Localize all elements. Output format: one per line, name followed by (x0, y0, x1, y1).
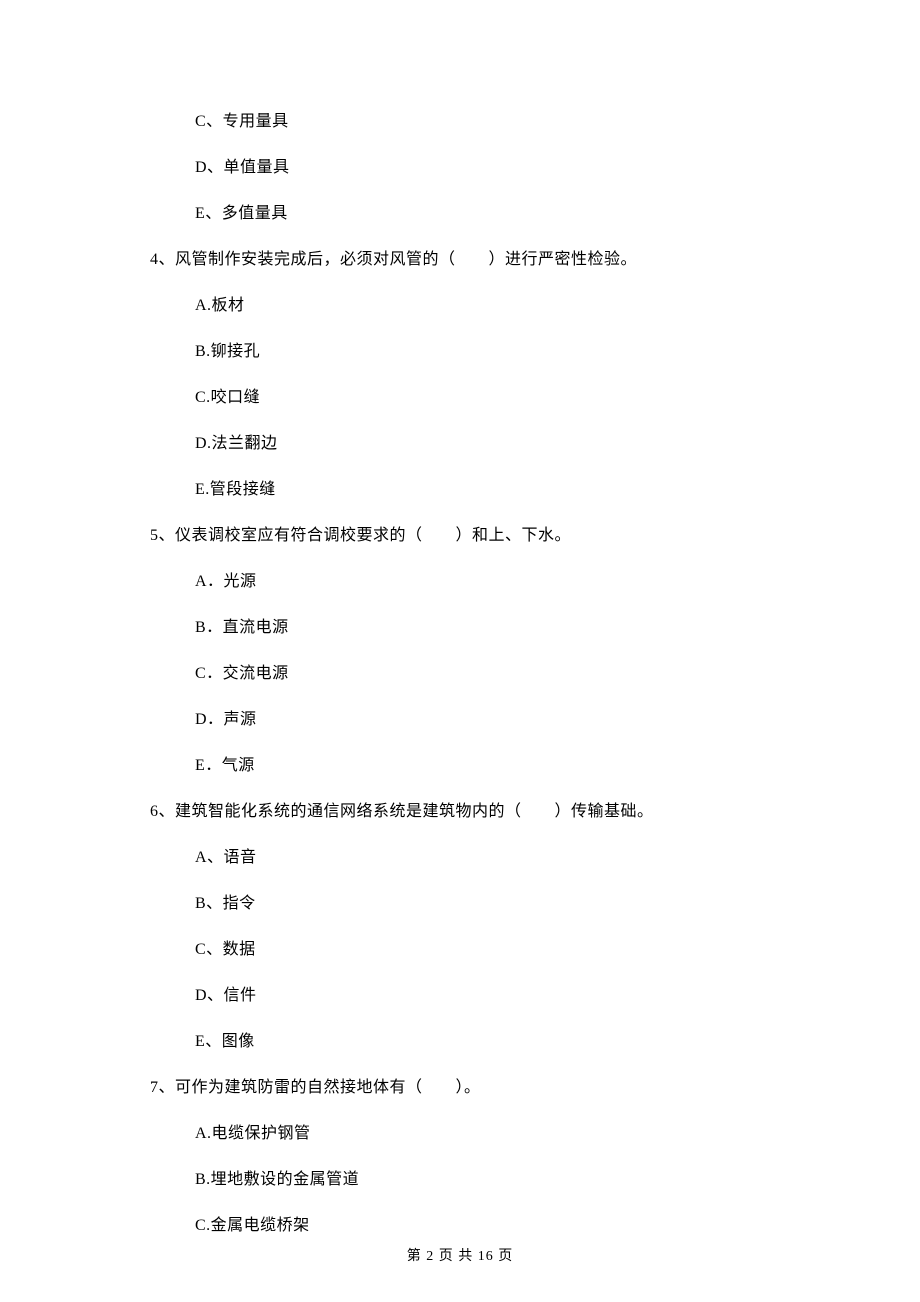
q5-option-e: E．气源 (195, 754, 770, 778)
q7-option-a: A.电缆保护钢管 (195, 1122, 770, 1146)
q7-option-c: C.金属电缆桥架 (195, 1214, 770, 1238)
q4-option-d: D.法兰翻边 (195, 432, 770, 456)
q5-option-c: C．交流电源 (195, 662, 770, 686)
q6-option-b: B、指令 (195, 892, 770, 916)
document-page: C、专用量具 D、单值量具 E、多值量具 4、风管制作安装完成后，必须对风管的（… (0, 0, 920, 1238)
page-footer: 第 2 页 共 16 页 (0, 1246, 920, 1267)
q6-option-a: A、语音 (195, 846, 770, 870)
q7-stem: 7、可作为建筑防雷的自然接地体有（ ）。 (150, 1076, 770, 1100)
q5-option-a: A．光源 (195, 570, 770, 594)
q4-option-e: E.管段接缝 (195, 478, 770, 502)
q6-option-d: D、信件 (195, 984, 770, 1008)
q3-option-e: E、多值量具 (195, 202, 770, 226)
q6-option-c: C、数据 (195, 938, 770, 962)
q6-option-e: E、图像 (195, 1030, 770, 1054)
q5-stem: 5、仪表调校室应有符合调校要求的（ ）和上、下水。 (150, 524, 770, 548)
q4-stem: 4、风管制作安装完成后，必须对风管的（ ）进行严密性检验。 (150, 248, 770, 272)
q4-option-a: A.板材 (195, 294, 770, 318)
q7-option-b: B.埋地敷设的金属管道 (195, 1168, 770, 1192)
q5-option-b: B．直流电源 (195, 616, 770, 640)
q4-option-b: B.铆接孔 (195, 340, 770, 364)
q6-stem: 6、建筑智能化系统的通信网络系统是建筑物内的（ ）传输基础。 (150, 800, 770, 824)
q3-option-d: D、单值量具 (195, 156, 770, 180)
q5-option-d: D．声源 (195, 708, 770, 732)
q3-option-c: C、专用量具 (195, 110, 770, 134)
q4-option-c: C.咬口缝 (195, 386, 770, 410)
